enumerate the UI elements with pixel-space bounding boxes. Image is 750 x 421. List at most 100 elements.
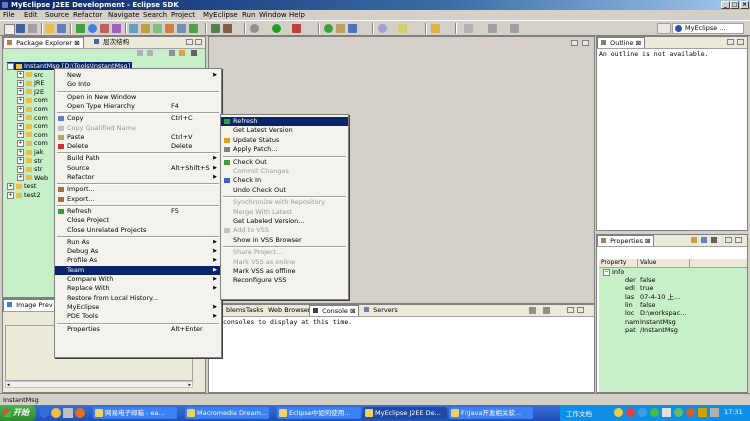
tray-label[interactable]: 工作文档 [566, 408, 592, 418]
tree-row[interactable]: + com [17, 105, 48, 113]
menu-item-share-project[interactable]: Share Project... [221, 248, 348, 257]
volume-icon[interactable] [662, 408, 671, 417]
minimize-view-icon[interactable] [567, 307, 574, 313]
new-package-icon[interactable] [336, 24, 345, 33]
tab-web-browser[interactable]: Web Browser [265, 305, 314, 316]
property-row[interactable]: las 07-4-10 上... [599, 293, 747, 301]
bug-icon[interactable] [223, 24, 232, 33]
menu-item-add-to-vss[interactable]: Add to VSS [221, 226, 348, 235]
open-type-icon[interactable] [348, 24, 357, 33]
settings-icon[interactable] [250, 24, 259, 33]
menu-item-paste[interactable]: Paste Ctrl+V [55, 133, 221, 142]
menu-item-debug-as[interactable]: Debug As ▶ [55, 247, 221, 256]
property-row[interactable]: nam InstantMsg [599, 318, 747, 326]
back-icon[interactable] [137, 50, 143, 56]
db-icon[interactable] [129, 24, 138, 33]
save-icon[interactable] [16, 24, 25, 33]
menu-item-myeclipse[interactable]: MyEclipse ▶ [55, 303, 221, 312]
menu-item-undo-check-out[interactable]: Undo Check Out [221, 186, 348, 195]
property-row[interactable]: der false [599, 276, 747, 284]
antivirus-icon[interactable] [650, 408, 659, 417]
minimize-view-icon[interactable] [727, 39, 734, 45]
menu-item-apply-patch[interactable]: Apply Patch... [221, 145, 348, 154]
column-property[interactable]: Property [601, 259, 626, 267]
menu-source[interactable]: Source [45, 11, 69, 19]
minimize-view-icon[interactable] [725, 237, 732, 243]
collapse-all-icon[interactable] [169, 50, 175, 56]
menu-file[interactable]: File [3, 11, 15, 19]
categories-icon[interactable] [691, 237, 697, 243]
edit-icon[interactable] [431, 24, 440, 33]
struts-icon[interactable] [153, 24, 162, 33]
view-menu-icon[interactable] [191, 50, 197, 56]
menu-item-profile-as[interactable]: Profile As ▶ [55, 256, 221, 265]
property-row[interactable]: loc D:\workspac... [599, 309, 747, 317]
properties-group-info[interactable]: − Info [603, 268, 624, 276]
media-icon[interactable] [75, 408, 85, 418]
tree-row[interactable]: + com [17, 114, 48, 122]
tab-servers[interactable]: Servers [361, 305, 401, 316]
expand-icon[interactable]: + [17, 157, 24, 165]
tree-row[interactable]: + jak [17, 148, 44, 156]
tree-row[interactable]: + JRE [17, 79, 45, 87]
qq-icon[interactable] [638, 408, 647, 417]
maximize-view-icon[interactable] [195, 39, 202, 45]
ejb-icon[interactable] [141, 24, 150, 33]
view-menu-icon[interactable] [711, 237, 717, 243]
maximize-view-icon[interactable] [577, 307, 584, 313]
menu-item-build-path[interactable]: Build Path ▶ [55, 154, 221, 163]
menu-navigate[interactable]: Navigate [108, 11, 139, 19]
start-button[interactable]: 开始 [0, 405, 36, 421]
menu-item-refactor[interactable]: Refactor ▶ [55, 173, 221, 182]
menu-item-update-status[interactable]: Update Status [221, 136, 348, 145]
clock[interactable]: 17:31 [724, 408, 743, 416]
tree-row[interactable]: + test2 [7, 191, 41, 199]
input-method-icon[interactable] [614, 408, 623, 417]
search-icon[interactable] [378, 24, 387, 33]
menu-item-mark-vss-as-offline[interactable]: Mark VSS as offline [221, 267, 348, 276]
tree-row[interactable]: + com [17, 131, 48, 139]
tree-row[interactable]: + test [7, 182, 36, 190]
speaker-icon[interactable] [710, 408, 719, 417]
menu-item-run-as[interactable]: Run As ▶ [55, 238, 221, 247]
tree-row[interactable]: + com [17, 139, 48, 147]
menu-item-refresh[interactable]: Refresh F5 [55, 207, 221, 216]
menu-item-go-into[interactable]: Go Into [55, 80, 221, 89]
column-value[interactable]: Value [640, 259, 656, 267]
forward-icon[interactable] [510, 24, 519, 33]
minimize-editor-icon[interactable] [571, 40, 578, 46]
menu-myeclipse[interactable]: MyEclipse [203, 11, 238, 19]
expand-icon[interactable]: + [17, 96, 24, 104]
menu-item-refresh[interactable]: Refresh [221, 117, 348, 126]
web-icon[interactable] [88, 24, 97, 33]
menu-item-export[interactable]: Export... [55, 195, 221, 204]
taskbar-task[interactable]: Eclipse中如何使用... [277, 407, 361, 419]
messenger-icon[interactable] [674, 408, 683, 417]
menu-item-show-in-vss-browser[interactable]: Show in VSS Browser [221, 236, 348, 245]
menu-item-reconfigure-vss[interactable]: Reconfigure VSS [221, 276, 348, 285]
tab-image-preview[interactable]: Image Prev [3, 299, 57, 311]
expand-icon[interactable]: + [17, 131, 24, 139]
expand-icon[interactable]: − [7, 62, 14, 70]
expand-icon[interactable]: + [17, 174, 24, 182]
menu-item-commit-changes[interactable]: Commit Changes [221, 167, 348, 176]
menu-help[interactable]: Help [289, 11, 305, 19]
menu-item-restore-from-local-history[interactable]: Restore from Local History... [55, 294, 221, 303]
minimize-button[interactable]: _ [721, 1, 730, 9]
prev-edit-icon[interactable] [464, 24, 473, 33]
view-menu-icon[interactable] [543, 307, 550, 314]
spring-icon[interactable] [189, 24, 198, 33]
menu-item-mark-vss-as-online[interactable]: Mark VSS as online [221, 258, 348, 267]
horizontal-scrollbar[interactable]: ◂ ▸ [5, 381, 193, 388]
menu-item-open-type-hierarchy[interactable]: Open Type Hierarchy F4 [55, 102, 221, 111]
property-row[interactable]: edi true [599, 284, 747, 292]
menu-run[interactable]: Run [242, 11, 255, 19]
maximize-editor-icon[interactable] [582, 40, 589, 46]
menu-item-import[interactable]: Import... [55, 185, 221, 194]
deploy-icon[interactable] [76, 24, 85, 33]
maximize-view-icon[interactable] [735, 237, 742, 243]
menu-refactor[interactable]: Refactor [73, 11, 102, 19]
expand-icon[interactable]: + [17, 105, 24, 113]
maximize-button[interactable]: □ [730, 1, 739, 9]
menu-item-get-labeled-version[interactable]: Get Labeled Version... [221, 217, 348, 226]
